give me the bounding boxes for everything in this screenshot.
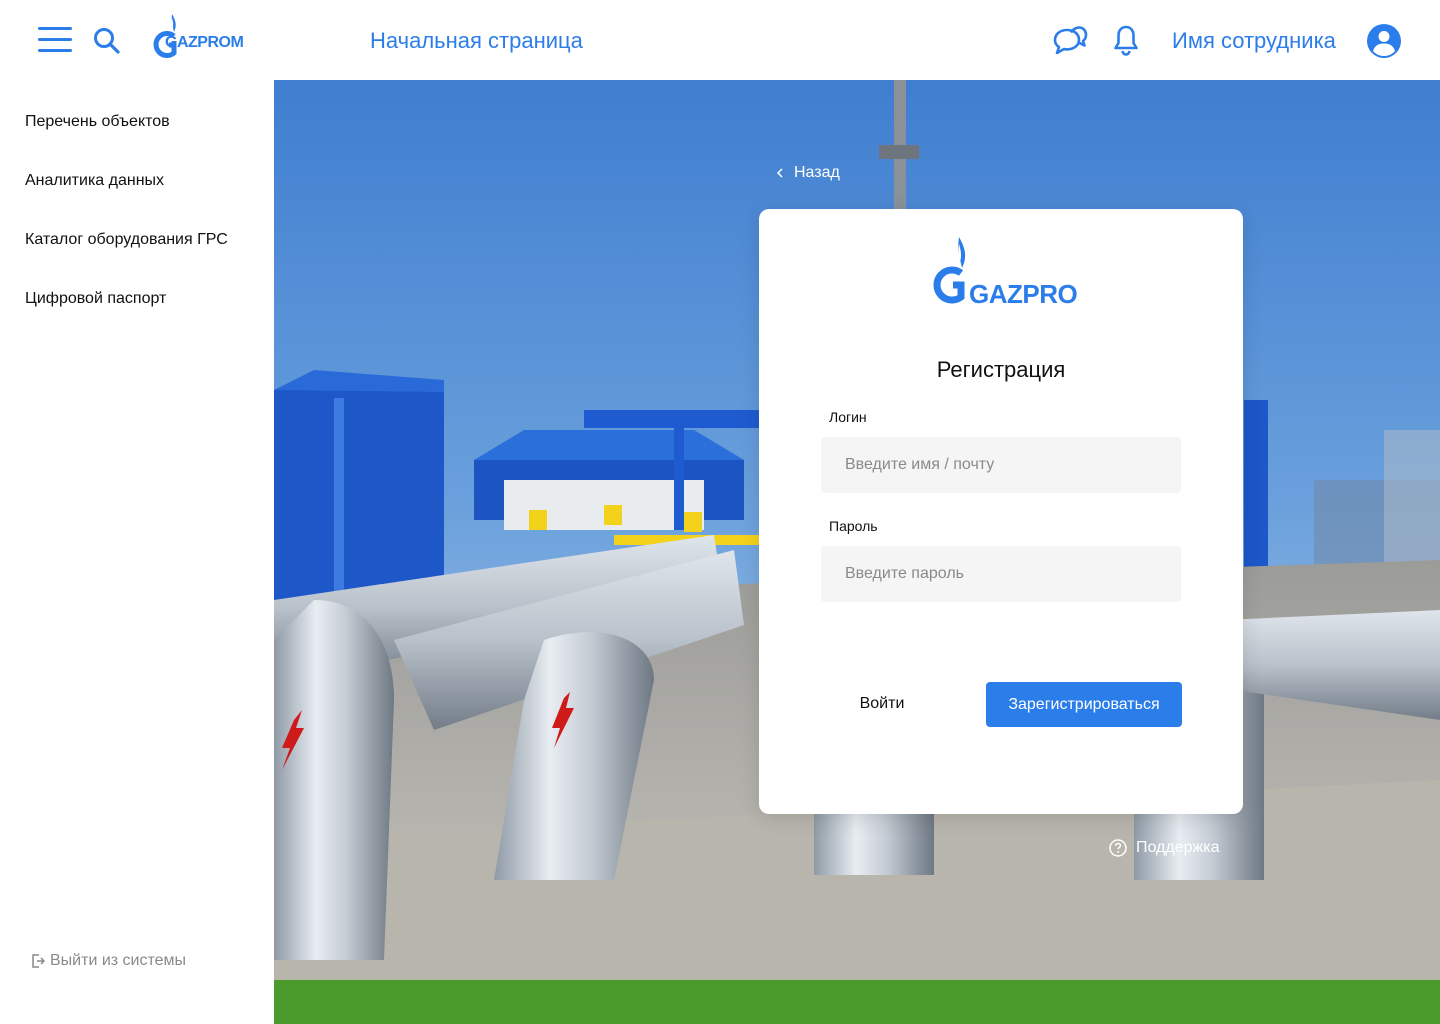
register-button[interactable]: Зарегистрироваться [986,682,1182,727]
support-link[interactable]: Поддержка [1108,838,1219,858]
password-label: Пароль [829,518,878,534]
password-input[interactable] [821,546,1181,602]
search-icon[interactable] [92,26,122,56]
chevron-left-icon [776,168,783,178]
login-label: Логин [829,409,867,425]
sidebar-item-digital-passport[interactable]: Цифровой паспорт [25,290,166,308]
login-input[interactable] [821,437,1181,493]
back-button[interactable]: Назад [776,164,840,182]
support-label: Поддержка [1136,839,1220,856]
sidebar-item-analytics[interactable]: Аналитика данных [25,172,164,190]
back-label: Назад [794,164,840,181]
bell-icon[interactable] [1112,24,1140,56]
user-name[interactable]: Имя сотрудника [1172,28,1336,54]
header-logo-text: GAZPROM [165,34,244,51]
card-logo-text: GAZPROM [969,279,1077,307]
help-circle-icon [1109,839,1127,857]
logout-label: Выйти из системы [50,952,187,969]
sidebar: Перечень объектов Аналитика данных Катал… [0,80,274,1024]
sidebar-item-objects[interactable]: Перечень объектов [25,113,170,131]
sidebar-item-equipment-catalog[interactable]: Каталог оборудования ГРС [25,231,228,249]
logout-button[interactable]: Выйти из системы [30,952,186,970]
chat-icon[interactable] [1052,24,1088,58]
login-button[interactable]: Войти [839,682,925,726]
gazprom-logo-icon: GAZPROM [933,237,1077,307]
registration-card: GAZPROM Регистрация Логин Пароль Войти З… [759,209,1243,814]
form-title: Регистрация [936,357,1066,382]
top-header: GAZPROM Начальная страница Имя сотрудник… [0,0,1440,80]
page-title[interactable]: Начальная страница [370,28,583,54]
menu-icon[interactable] [38,25,74,55]
user-avatar-icon[interactable] [1366,23,1402,59]
logout-icon [32,954,46,968]
